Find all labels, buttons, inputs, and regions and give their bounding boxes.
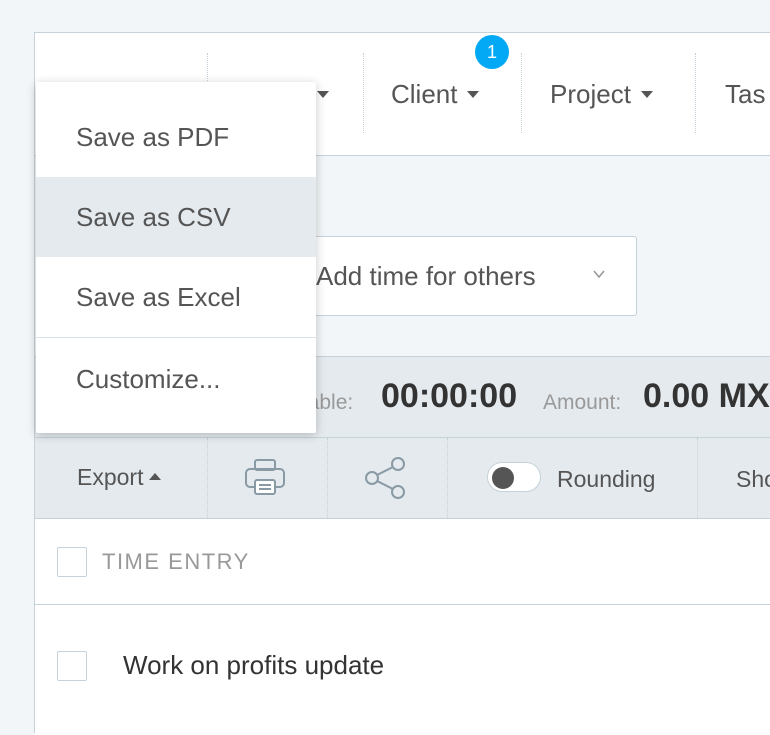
export-label: Export	[77, 464, 144, 490]
filter-client-label: Client	[391, 79, 458, 109]
caret-down-icon	[467, 90, 480, 98]
caret-down-icon	[317, 90, 329, 98]
client-filter-count-badge: 1	[475, 35, 509, 69]
save-as-excel-menu-item[interactable]: Save as Excel	[36, 257, 316, 337]
add-time-for-others-dropdown[interactable]: Add time for others	[275, 236, 637, 316]
toolbar-divider	[207, 438, 208, 518]
row-checkbox[interactable]	[57, 651, 87, 681]
save-as-pdf-menu-item[interactable]: Save as PDF	[36, 97, 316, 177]
show-options-label[interactable]: Sho	[736, 466, 770, 493]
filter-divider	[363, 53, 364, 133]
filter-divider	[695, 53, 696, 133]
toolbar-divider	[447, 438, 448, 518]
filter-task-label: Tas	[725, 79, 766, 109]
menu-divider	[36, 337, 316, 338]
add-time-label: Add time for others	[316, 261, 536, 291]
save-as-csv-menu-item[interactable]: Save as CSV	[36, 177, 316, 257]
caret-up-icon	[149, 473, 162, 481]
time-entry-column-header: TIME ENTRY	[102, 549, 250, 574]
rounding-label: Rounding	[557, 466, 656, 492]
report-toolbar: Export Rounding Sho	[35, 438, 770, 519]
toolbar-divider	[697, 438, 698, 518]
chevron-down-icon	[593, 270, 605, 279]
filter-client[interactable]: Client	[391, 77, 480, 111]
amount-total: 0.00 MX	[643, 377, 770, 415]
share-icon[interactable]	[363, 456, 407, 500]
export-dropdown-menu: Save as PDF Save as CSV Save as Excel Cu…	[36, 82, 316, 433]
filter-task[interactable]: Tas	[725, 77, 765, 111]
export-button[interactable]: Export	[77, 464, 162, 491]
toolbar-divider	[327, 438, 328, 518]
amount-label: Amount:	[543, 391, 622, 414]
table-row: Work on profits update	[35, 605, 770, 735]
print-icon[interactable]	[243, 456, 287, 500]
time-entry-description: Work on profits update	[123, 650, 385, 680]
table-header: TIME ENTRY	[35, 519, 770, 605]
select-all-checkbox[interactable]	[57, 547, 87, 577]
filter-divider	[521, 53, 522, 133]
caret-down-icon	[640, 90, 653, 98]
filter-project[interactable]: Project	[550, 77, 653, 111]
billable-total: 00:00:00	[381, 377, 518, 415]
filter-project-label: Project	[550, 79, 631, 109]
toggle-knob	[492, 467, 514, 489]
rounding-toggle[interactable]	[487, 462, 541, 492]
customize-menu-item[interactable]: Customize...	[36, 339, 316, 419]
